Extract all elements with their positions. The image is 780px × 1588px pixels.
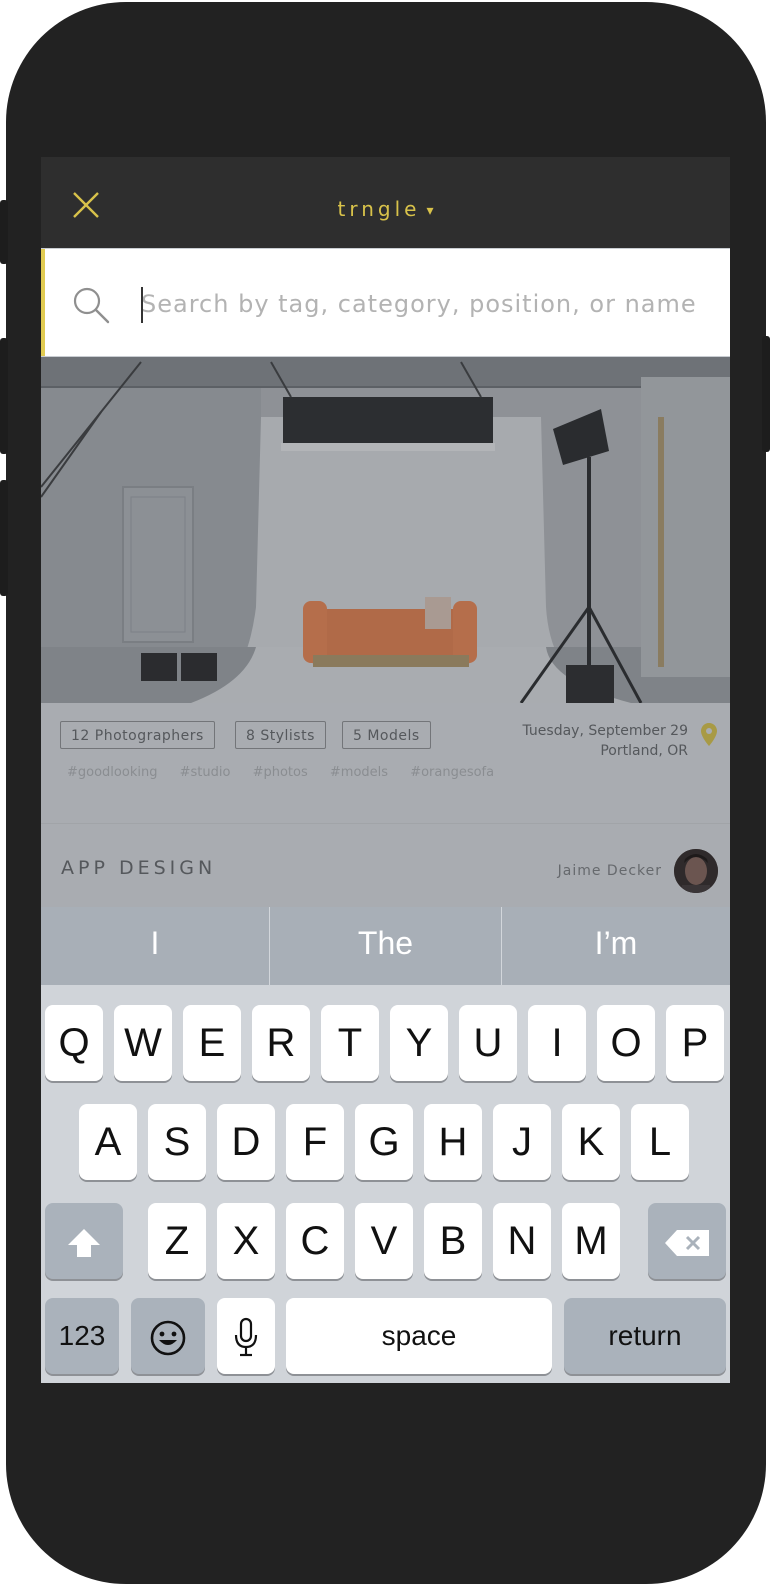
- key-r[interactable]: R: [252, 1005, 310, 1081]
- key-p[interactable]: P: [666, 1005, 724, 1081]
- event-date: Tuesday, September 29: [522, 723, 688, 739]
- avatar[interactable]: [674, 849, 718, 893]
- tag[interactable]: #orangesofa: [410, 765, 494, 780]
- key-a[interactable]: A: [79, 1104, 137, 1180]
- numbers-key[interactable]: 123: [45, 1298, 119, 1374]
- tag[interactable]: #photos: [253, 765, 308, 780]
- key-o[interactable]: O: [597, 1005, 655, 1081]
- chip-models[interactable]: 5 Models: [342, 721, 431, 749]
- return-key[interactable]: return: [564, 1298, 726, 1374]
- emoji-key[interactable]: [131, 1298, 205, 1374]
- delete-key[interactable]: [648, 1203, 726, 1279]
- emoji-icon: [150, 1321, 186, 1356]
- suggestion-2[interactable]: The: [270, 907, 501, 985]
- chevron-down-icon: ▾: [426, 202, 434, 219]
- chip-stylists[interactable]: 8 Stylists: [235, 721, 326, 749]
- microphone-icon: [234, 1318, 258, 1357]
- event-info-panel: 12 Photographers 8 Stylists 5 Models Tue…: [41, 703, 730, 907]
- key-z[interactable]: Z: [148, 1203, 206, 1279]
- key-i[interactable]: I: [528, 1005, 586, 1081]
- backspace-icon: [665, 1230, 709, 1257]
- tag[interactable]: #studio: [180, 765, 231, 780]
- shift-key[interactable]: [45, 1203, 123, 1279]
- event-date-location: Tuesday, September 29 Portland, OR: [522, 721, 688, 761]
- key-h[interactable]: H: [424, 1104, 482, 1180]
- key-y[interactable]: Y: [390, 1005, 448, 1081]
- key-w[interactable]: W: [114, 1005, 172, 1081]
- keyboard: Q W E R T Y U I O P A S D F G H J K L Z …: [41, 985, 730, 1383]
- chip-photographers[interactable]: 12 Photographers: [60, 721, 215, 749]
- app-screen: trngle ▾ Search by tag, category, positi…: [41, 157, 730, 1383]
- key-m[interactable]: M: [562, 1203, 620, 1279]
- key-s[interactable]: S: [148, 1104, 206, 1180]
- key-l[interactable]: L: [631, 1104, 689, 1180]
- avatar-face-icon: [674, 849, 718, 893]
- key-g[interactable]: G: [355, 1104, 413, 1180]
- volume-down-button: [0, 480, 8, 596]
- key-x[interactable]: X: [217, 1203, 275, 1279]
- key-t[interactable]: T: [321, 1005, 379, 1081]
- key-j[interactable]: J: [493, 1104, 551, 1180]
- key-n[interactable]: N: [493, 1203, 551, 1279]
- location-pin-icon: [701, 723, 717, 746]
- key-v[interactable]: V: [355, 1203, 413, 1279]
- key-e[interactable]: E: [183, 1005, 241, 1081]
- key-q[interactable]: Q: [45, 1005, 103, 1081]
- tag-list: #goodlooking #studio #photos #models #or…: [67, 765, 502, 780]
- shift-arrow-icon: [68, 1229, 100, 1258]
- divider: [41, 823, 730, 824]
- power-button: [762, 336, 770, 452]
- section-title: APP DESIGN: [61, 857, 217, 879]
- key-u[interactable]: U: [459, 1005, 517, 1081]
- space-key[interactable]: space: [286, 1298, 552, 1374]
- dictation-key[interactable]: [217, 1298, 275, 1374]
- key-k[interactable]: K: [562, 1104, 620, 1180]
- studio-illustration: [41, 357, 730, 703]
- top-bar: trngle ▾: [41, 157, 730, 248]
- search-input[interactable]: [141, 279, 721, 329]
- predictive-text-bar: I The I’m: [41, 907, 730, 985]
- brand-dropdown[interactable]: trngle ▾: [41, 197, 730, 221]
- key-c[interactable]: C: [286, 1203, 344, 1279]
- volume-up-button: [0, 338, 8, 454]
- key-b[interactable]: B: [424, 1203, 482, 1279]
- brand-title: trngle: [337, 197, 421, 221]
- phone-frame: trngle ▾ Search by tag, category, positi…: [0, 2, 770, 1584]
- search-bar: [41, 249, 730, 356]
- tag[interactable]: #models: [330, 765, 388, 780]
- mute-switch: [0, 200, 8, 264]
- studio-photo[interactable]: [41, 357, 730, 703]
- text-cursor: [141, 287, 143, 323]
- key-f[interactable]: F: [286, 1104, 344, 1180]
- event-location: Portland, OR: [600, 743, 688, 759]
- search-icon: [73, 287, 110, 324]
- suggestion-3[interactable]: I’m: [502, 907, 730, 985]
- tag[interactable]: #goodlooking: [67, 765, 157, 780]
- key-d[interactable]: D: [217, 1104, 275, 1180]
- author-name[interactable]: Jaime Decker: [558, 863, 662, 879]
- suggestion-1[interactable]: I: [41, 907, 269, 985]
